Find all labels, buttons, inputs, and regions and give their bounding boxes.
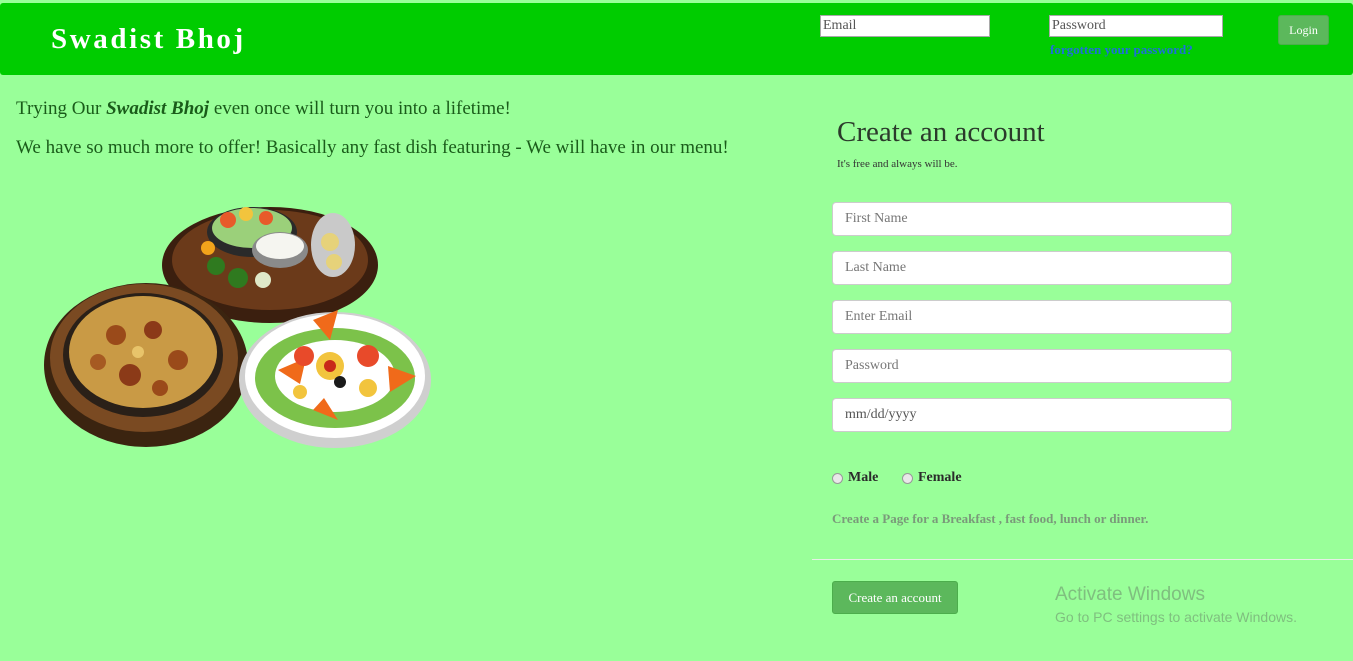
- birth-date-input[interactable]: mm/dd/yyyy: [832, 398, 1232, 432]
- female-radio-button[interactable]: [902, 472, 913, 484]
- first-name-input[interactable]: [832, 202, 1232, 236]
- male-label: Male: [848, 470, 879, 485]
- top-navbar: Swadist Bhoj: [0, 3, 1353, 75]
- promo-prefix: Trying Our: [16, 98, 107, 119]
- activate-windows-subtitle: Go to PC settings to activate Windows.: [1055, 609, 1297, 625]
- gender-female-option[interactable]: Female: [902, 470, 962, 486]
- brand-logo-text[interactable]: Swadist Bhoj: [51, 23, 246, 56]
- promo-brand: Swadist Bhoj: [106, 98, 210, 119]
- male-radio-button[interactable]: [832, 472, 843, 484]
- signup-title: Create an account: [837, 116, 1045, 148]
- form-divider: [812, 559, 1353, 560]
- promo-suffix: even once will turn you into a lifetime!: [209, 98, 511, 119]
- create-page-note: Create a Page for a Breakfast , fast foo…: [832, 511, 1149, 526]
- signup-email-input[interactable]: [832, 300, 1232, 334]
- activate-windows-title: Activate Windows: [1055, 584, 1205, 605]
- forgot-password-link[interactable]: forgotten your password?: [1050, 42, 1193, 58]
- food-platter-image: [44, 207, 431, 448]
- login-password-input[interactable]: [1049, 15, 1223, 37]
- gender-male-option[interactable]: Male: [832, 470, 878, 486]
- create-account-button[interactable]: Create an account: [832, 581, 958, 614]
- login-button[interactable]: Login: [1278, 15, 1329, 45]
- promo-line-1: Trying Our Swadist Bhoj even once will t…: [16, 98, 511, 120]
- signup-password-input[interactable]: [832, 349, 1232, 383]
- last-name-input[interactable]: [832, 251, 1232, 285]
- signup-subtitle: It's free and always will be.: [837, 158, 958, 170]
- login-email-input[interactable]: [820, 15, 990, 37]
- promo-line-2: We have so much more to offer! Basically…: [16, 137, 729, 158]
- female-label: Female: [918, 470, 962, 485]
- date-placeholder: mm/dd/yyyy: [845, 407, 917, 422]
